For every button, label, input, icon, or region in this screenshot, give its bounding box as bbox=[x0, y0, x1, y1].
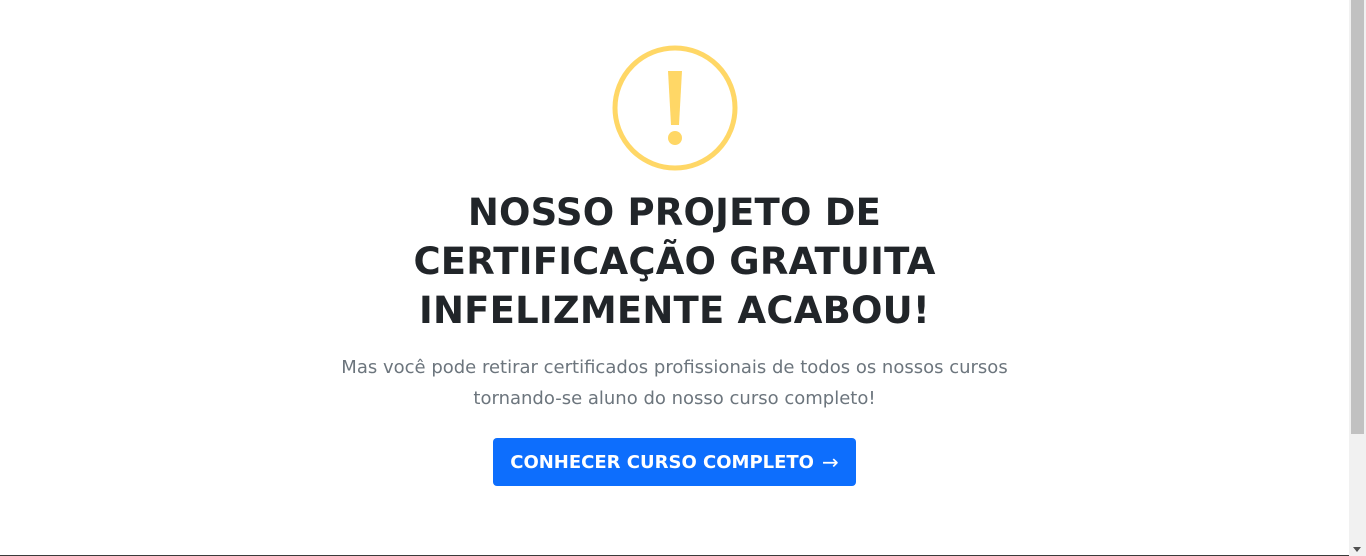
page: NOSSO PROJETO DE CERTIFICAÇÃO GRATUITA I… bbox=[0, 0, 1366, 556]
subtitle-line-1: Mas você pode retirar certificados profi… bbox=[341, 357, 1008, 378]
title-line-1: NOSSO PROJETO DE bbox=[467, 191, 882, 234]
title-line-3: INFELIZMENTE ACABOU! bbox=[419, 289, 930, 332]
page-title: NOSSO PROJETO DE CERTIFICAÇÃO GRATUITA I… bbox=[395, 188, 955, 335]
scroll-down-arrow-icon[interactable] bbox=[1353, 547, 1361, 552]
scrollbar-thumb[interactable] bbox=[1351, 0, 1364, 434]
cta-label: CONHECER CURSO COMPLETO bbox=[510, 451, 814, 473]
conhecer-curso-button[interactable]: CONHECER CURSO COMPLETO → bbox=[493, 438, 856, 486]
subtitle: Mas você pode retirar certificados profi… bbox=[335, 352, 1015, 414]
title-line-2: CERTIFICAÇÃO GRATUITA bbox=[413, 240, 936, 283]
main-content: NOSSO PROJETO DE CERTIFICAÇÃO GRATUITA I… bbox=[0, 0, 1349, 555]
exclamation-circle-icon bbox=[612, 45, 738, 171]
subtitle-line-2: tornando-se aluno do nosso curso complet… bbox=[473, 388, 876, 409]
arrow-right-icon: → bbox=[821, 450, 839, 474]
vertical-scrollbar[interactable] bbox=[1349, 0, 1366, 556]
